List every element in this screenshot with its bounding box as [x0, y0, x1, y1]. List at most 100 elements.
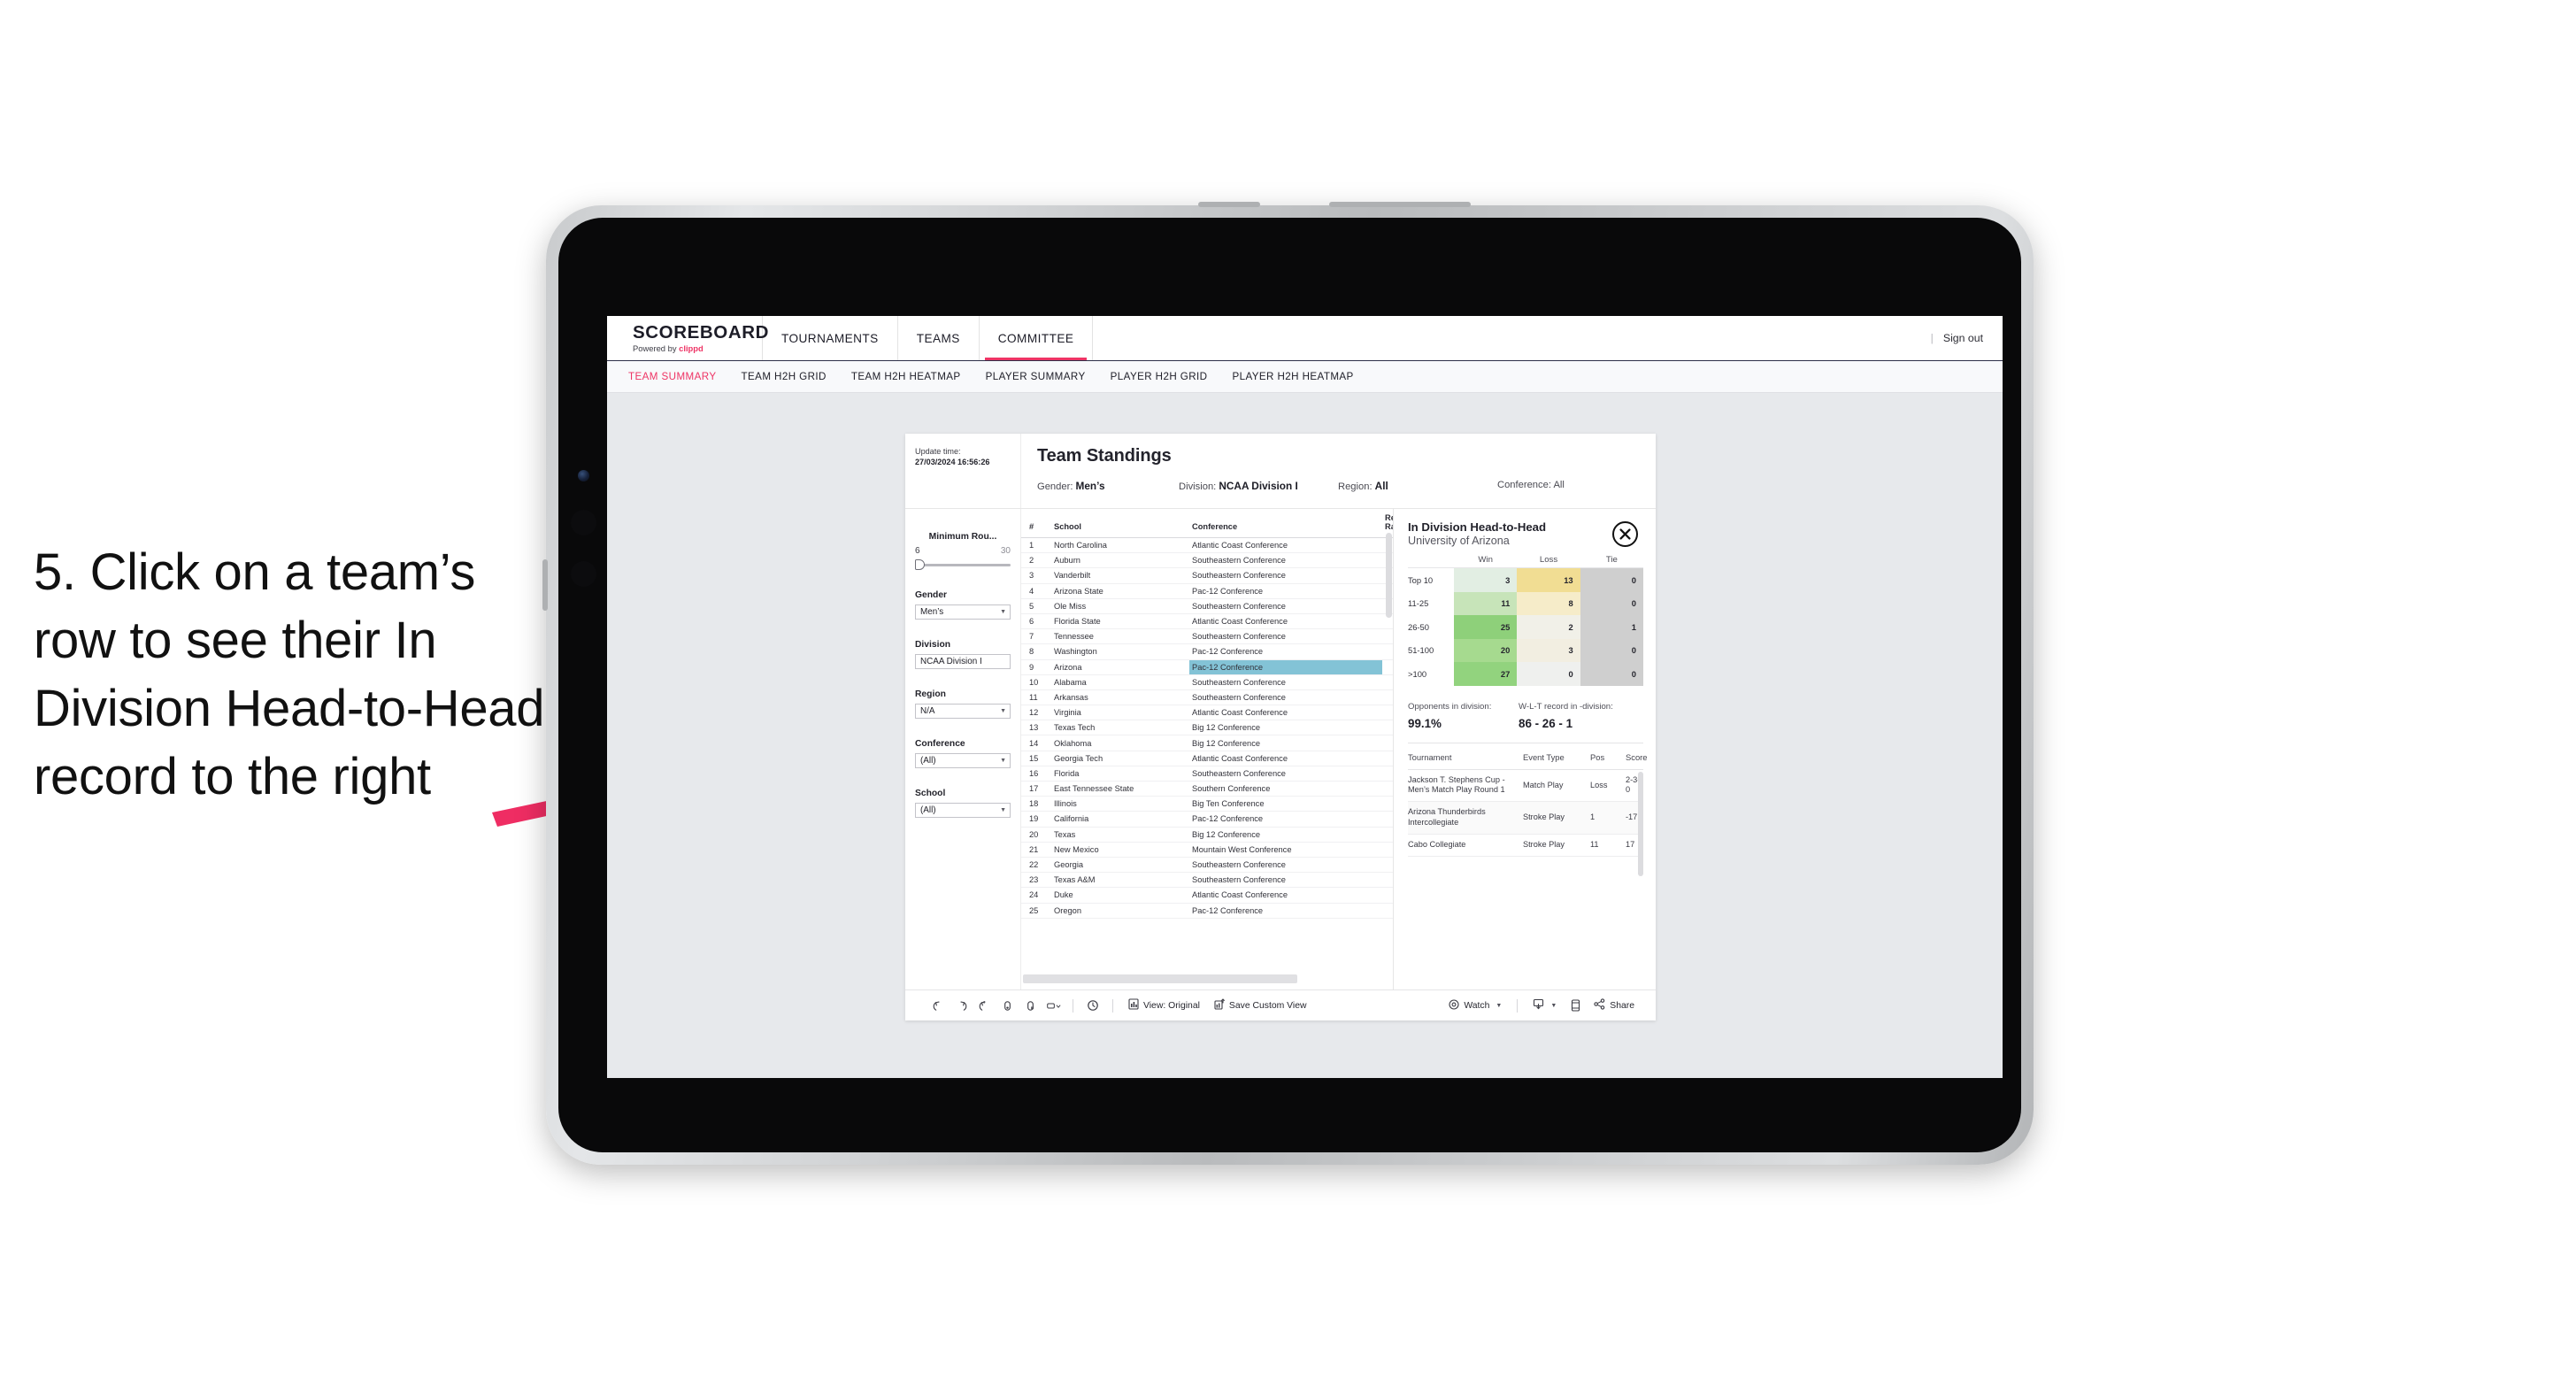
- undo-icon[interactable]: [927, 995, 950, 1016]
- close-circle-icon[interactable]: [1612, 521, 1638, 547]
- table-row[interactable]: 9ArizonaPac-12 Conference-38232: [1021, 659, 1393, 675]
- h2h-bucket-label: Top 10: [1408, 574, 1434, 585]
- page-title: Team Standings: [1037, 446, 1172, 466]
- cell-conference: Mountain West Conference: [1189, 842, 1382, 858]
- cell-conference: Atlantic Coast Conference: [1189, 751, 1382, 766]
- cell-rank: 10: [1021, 674, 1051, 690]
- table-row[interactable]: 6Florida StateAtlantic Coast Conference-…: [1021, 613, 1393, 630]
- vertical-scrollbar[interactable]: [1386, 533, 1392, 618]
- table-row[interactable]: 4Arizona StatePac-12 Conference-19261: [1021, 583, 1393, 599]
- table-row[interactable]: 11ArkansasSoutheastern Conference-68232: [1021, 689, 1393, 706]
- pause-icon[interactable]: [1019, 995, 1042, 1016]
- meta-gender-key: Gender:: [1037, 481, 1073, 492]
- col-conference[interactable]: Conference: [1189, 509, 1382, 538]
- standings-scroll-area[interactable]: # School Conference RegRank ConfRank NoT…: [1021, 509, 1393, 973]
- division-label: Division: [915, 640, 951, 650]
- table-row[interactable]: 15Georgia TechAtlantic Coast Conference-…: [1021, 751, 1393, 766]
- revert-icon[interactable]: [973, 995, 996, 1016]
- instruction-annotation: 5. Click on a team’s row to see their In…: [34, 543, 545, 806]
- col-rank[interactable]: #: [1021, 509, 1051, 538]
- filter-summary: Gender: Men’s Division: NCAA Division I …: [1037, 480, 1656, 492]
- nav-item-tournaments[interactable]: TOURNAMENTS: [763, 316, 898, 360]
- meta-region: Region: All: [1338, 480, 1497, 492]
- cell-reg-rank: -: [1382, 811, 1393, 828]
- refresh-icon[interactable]: [996, 995, 1019, 1016]
- horizontal-scrollbar[interactable]: [1021, 973, 1393, 989]
- alert-clock-icon[interactable]: [1081, 995, 1104, 1016]
- stat-opponents-in-division: Opponents in division: 99.1%: [1408, 702, 1519, 730]
- tab-team-h2h-grid[interactable]: TEAM H2H GRID: [742, 371, 827, 382]
- school-select[interactable]: (All) ▼: [915, 803, 1011, 818]
- table-row[interactable]: 13Texas TechBig 12 Conference-19272: [1021, 720, 1393, 736]
- tournament-scrollbar[interactable]: [1638, 771, 1643, 876]
- table-row[interactable]: 21New MexicoMountain West Conference-192…: [1021, 842, 1393, 858]
- cell-school: Tennessee: [1051, 628, 1189, 645]
- col-tournament[interactable]: Tournament: [1408, 744, 1523, 770]
- table-row[interactable]: 20TexasBig 12 Conference-37200: [1021, 827, 1393, 843]
- tab-player-h2h-grid[interactable]: PLAYER H2H GRID: [1111, 371, 1208, 382]
- minimum-rounds-slider[interactable]: [915, 559, 1011, 570]
- brand-logo[interactable]: SCOREBOARD Powered by clippd: [607, 316, 768, 360]
- view-original-button[interactable]: View: Original: [1121, 998, 1207, 1013]
- cell-school: Texas A&M: [1051, 872, 1189, 889]
- tab-team-h2h-heatmap[interactable]: TEAM H2H HEATMAP: [851, 371, 961, 382]
- table-row[interactable]: 22GeorgiaSoutheastern Conference-87211: [1021, 857, 1393, 874]
- h2h-col-tie: Tie: [1605, 555, 1618, 566]
- chevron-down-icon: ▼: [1550, 1002, 1557, 1009]
- table-row[interactable]: 24DukeAtlantic Coast Conference-59271: [1021, 887, 1393, 904]
- tab-player-summary[interactable]: PLAYER SUMMARY: [986, 371, 1086, 382]
- table-row[interactable]: 18IllinoisBig Ten Conference-18233: [1021, 796, 1393, 812]
- tab-team-summary[interactable]: TEAM SUMMARY: [628, 371, 717, 382]
- nav-item-teams[interactable]: TEAMS: [898, 316, 980, 360]
- table-row[interactable]: 3VanderbiltSoutheastern Conference-28235: [1021, 567, 1393, 584]
- table-row[interactable]: 10AlabamaSoutheastern Conference-58233: [1021, 674, 1393, 690]
- table-row[interactable]: 14OklahomaBig 12 Conference-28242: [1021, 735, 1393, 751]
- table-row[interactable]: 19CaliforniaPac-12 Conference-48242: [1021, 811, 1393, 828]
- gender-select[interactable]: Men’s ▼: [915, 604, 1011, 620]
- gender-value: Men’s: [920, 607, 944, 617]
- watch-button[interactable]: Watch ▼: [1442, 998, 1509, 1013]
- table-row[interactable]: 7TennesseeSoutheastern Conference-46182: [1021, 628, 1393, 645]
- tab-player-h2h-heatmap[interactable]: PLAYER H2H HEATMAP: [1232, 371, 1353, 382]
- col-school[interactable]: School: [1051, 509, 1189, 538]
- sign-out-link[interactable]: Sign out: [1943, 332, 1983, 344]
- download-button[interactable]: ▼: [1526, 998, 1564, 1013]
- col-score[interactable]: Score: [1626, 744, 1648, 770]
- h2h-cell-loss: 8: [1517, 591, 1580, 616]
- col-pos[interactable]: Pos: [1590, 744, 1626, 770]
- list-item[interactable]: Jackson T. Stephens Cup - Men’s Match Pl…: [1408, 769, 1643, 803]
- redo-icon[interactable]: [950, 995, 973, 1016]
- standings-table-container: # School Conference RegRank ConfRank NoT…: [1021, 509, 1394, 989]
- region-select[interactable]: N/A ▼: [915, 704, 1011, 719]
- horizontal-scrollbar-thumb[interactable]: [1023, 974, 1297, 983]
- table-row[interactable]: 12VirginiaAtlantic Coast Conference-3824…: [1021, 705, 1393, 721]
- primary-nav: TOURNAMENTS TEAMS COMMITTEE: [763, 316, 1094, 360]
- cell-conference: Pac-12 Conference: [1189, 903, 1382, 919]
- conference-select[interactable]: (All) ▼: [915, 753, 1011, 768]
- h2h-row: Top 10 3 13 0: [1408, 568, 1643, 592]
- device-icon[interactable]: [1564, 995, 1587, 1016]
- table-row[interactable]: 2AuburnSoutheastern Conference-19276: [1021, 552, 1393, 569]
- slider-handle[interactable]: [915, 559, 925, 570]
- table-row[interactable]: 23Texas A&MSoutheastern Conference-91030…: [1021, 872, 1393, 889]
- share-button[interactable]: Share: [1587, 998, 1642, 1013]
- cell-position: Loss: [1590, 769, 1626, 803]
- save-custom-view-button[interactable]: Save Custom View: [1207, 998, 1314, 1013]
- nav-item-committee[interactable]: COMMITTEE: [980, 316, 1094, 360]
- table-row[interactable]: 5Ole MissSoutheastern Conference-36181: [1021, 598, 1393, 614]
- table-row[interactable]: 1 North Carolina Atlantic Coast Conference…: [1021, 537, 1393, 554]
- table-row[interactable]: 25OregonPac-12 Conference-57210: [1021, 903, 1393, 919]
- chevron-down-icon: ▼: [1000, 758, 1006, 764]
- table-row[interactable]: 8WashingtonPac-12 Conference-28231: [1021, 643, 1393, 660]
- division-select[interactable]: NCAA Division I: [915, 654, 1011, 669]
- cell-rank: 18: [1021, 796, 1051, 812]
- cell-conference: Big 12 Conference: [1189, 735, 1382, 751]
- rectangle-select-icon[interactable]: [1042, 995, 1065, 1016]
- list-item[interactable]: Arizona Thunderbirds Intercollegiate Stro…: [1408, 801, 1643, 835]
- list-item[interactable]: Cabo Collegiate Stroke Play 11 17: [1408, 834, 1643, 857]
- h2h-row: 51-100 20 3 0: [1408, 638, 1643, 663]
- table-row[interactable]: 16FloridaSoutheastern Conference-79244: [1021, 766, 1393, 782]
- table-row[interactable]: 17 East Tennessee State Southern Conferenc…: [1021, 781, 1393, 797]
- cell-school: Alabama: [1051, 674, 1189, 690]
- col-event-type[interactable]: Event Type: [1523, 744, 1590, 770]
